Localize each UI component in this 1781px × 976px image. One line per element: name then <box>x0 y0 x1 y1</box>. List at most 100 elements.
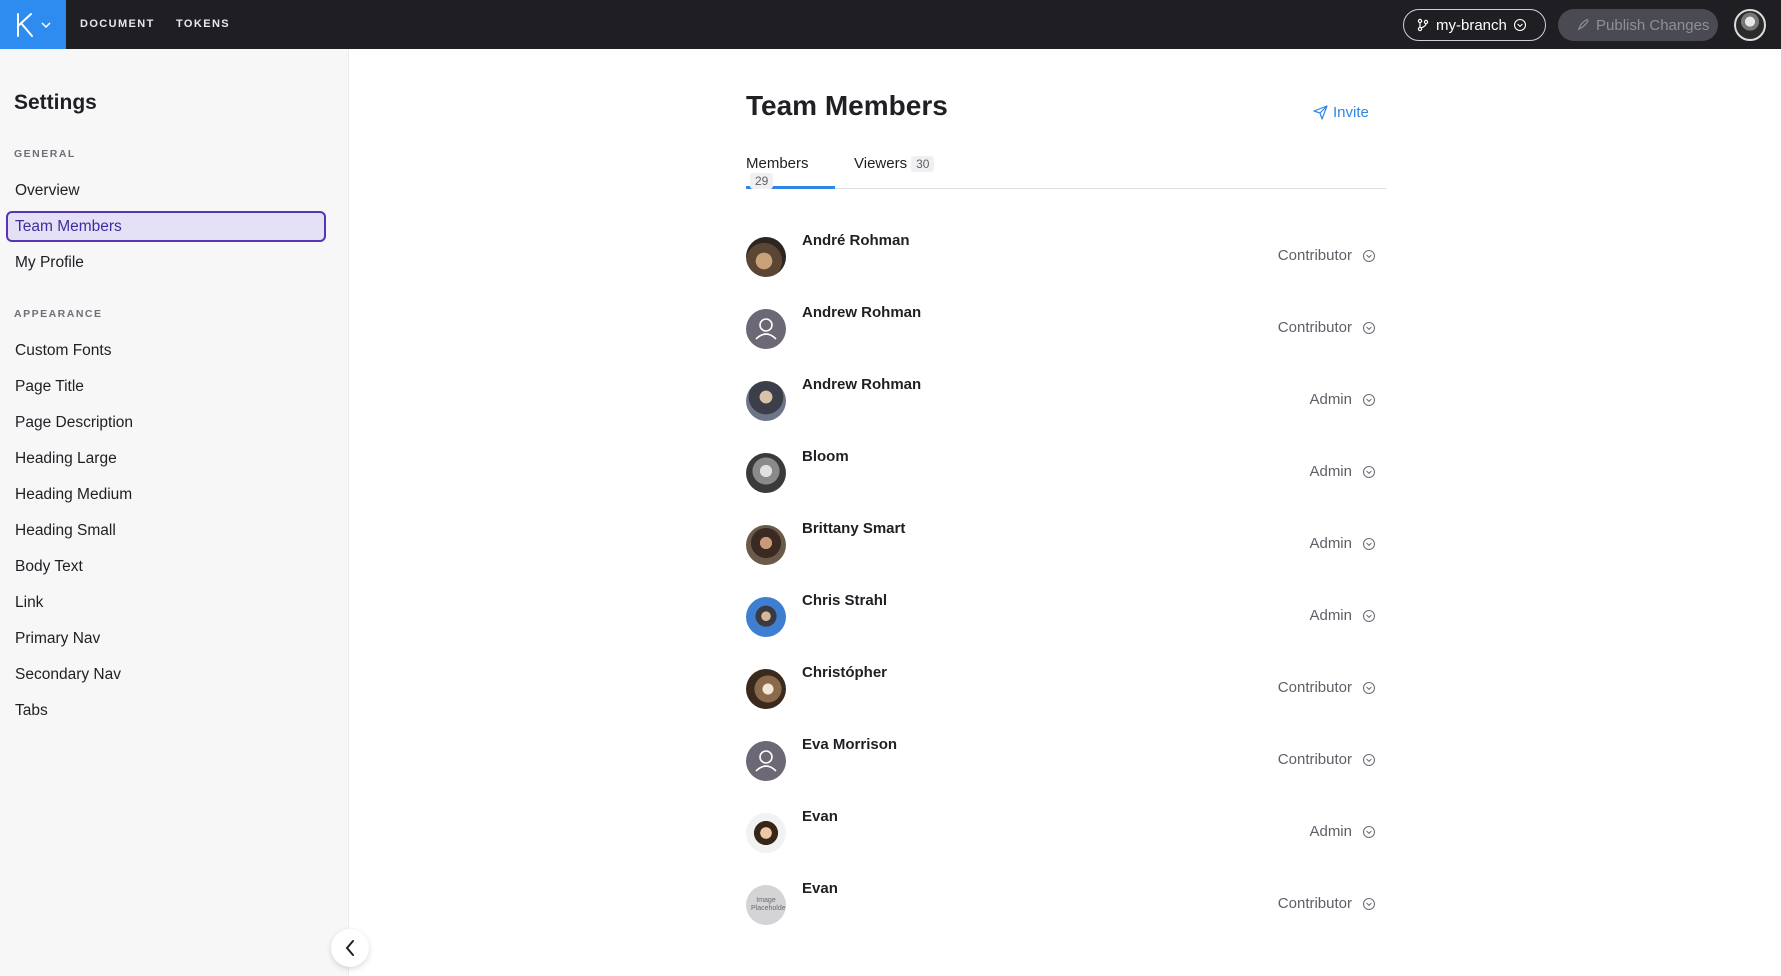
sidebar-item-page-description[interactable]: Page Description <box>6 407 326 438</box>
chevron-circle-icon <box>1362 753 1376 766</box>
sidebar-item-body-text[interactable]: Body Text <box>6 551 326 582</box>
member-name: Bloom <box>802 448 849 465</box>
member-role-select[interactable]: Contributor <box>1278 895 1376 912</box>
member-role-select[interactable]: Contributor <box>1278 247 1376 264</box>
app-logo-menu[interactable] <box>0 0 66 49</box>
member-name: Andrew Rohman <box>802 304 922 321</box>
branch-selector-button[interactable]: my-branch <box>1403 9 1546 41</box>
sidebar-item-overview[interactable]: Overview <box>6 175 326 206</box>
chevron-circle-icon <box>1362 609 1376 622</box>
member-role-label: Admin <box>1309 463 1352 480</box>
member-role-select[interactable]: Contributor <box>1278 319 1376 336</box>
publish-label: Publish Changes <box>1596 16 1710 34</box>
member-name: Andrew Rohman <box>802 376 922 393</box>
user-placeholder-icon <box>746 309 786 349</box>
sidebar-item-heading-small[interactable]: Heading Small <box>6 515 326 546</box>
chevron-left-icon <box>345 940 354 956</box>
page-title: Team Members <box>746 90 948 121</box>
member-name: Evan <box>802 880 838 897</box>
chevron-circle-icon <box>1362 825 1376 838</box>
member-role-label: Contributor <box>1277 679 1352 696</box>
invite-button[interactable]: Invite <box>1313 104 1369 121</box>
member-role-select[interactable]: Admin <box>1309 463 1376 480</box>
sidebar-title: Settings <box>14 91 97 114</box>
sidebar-item-team-members[interactable]: Team Members <box>6 211 326 242</box>
member-row: Chris Strahl Admin <box>746 589 1376 645</box>
member-role-select[interactable]: Admin <box>1309 391 1376 408</box>
rocket-icon <box>1577 19 1589 31</box>
tab-viewers-count: 30 <box>911 156 935 172</box>
sidebar-item-heading-large[interactable]: Heading Large <box>6 443 326 474</box>
user-placeholder-icon <box>746 741 786 781</box>
member-tabs: Members29 Viewers 30 <box>746 145 1386 189</box>
sidebar-item-heading-medium[interactable]: Heading Medium <box>6 479 326 510</box>
member-row: Andrew Rohman Admin <box>746 373 1376 429</box>
member-role-select[interactable]: Admin <box>1309 607 1376 624</box>
member-role-label: Admin <box>1309 823 1352 840</box>
sidebar-item-primary-nav[interactable]: Primary Nav <box>6 623 326 654</box>
chevron-circle-icon <box>1362 897 1376 910</box>
member-role-label: Admin <box>1309 535 1352 552</box>
member-name: Christópher <box>802 664 888 681</box>
member-name: André Rohman <box>802 232 910 249</box>
top-bar: DOCUMENT TOKENS my-branch Publish Change… <box>0 0 1781 49</box>
send-icon <box>1313 105 1328 120</box>
user-avatar[interactable] <box>1734 9 1766 41</box>
sidebar-item-link[interactable]: Link <box>6 587 326 618</box>
sidebar-item-tabs[interactable]: Tabs <box>6 695 326 726</box>
member-row: Christópher Contributor <box>746 661 1376 717</box>
tab-viewers[interactable]: Viewers 30 <box>854 155 944 189</box>
member-role-label: Contributor <box>1277 247 1352 264</box>
member-avatar <box>746 669 786 709</box>
member-role-label: Contributor <box>1277 895 1352 912</box>
member-avatar <box>746 525 786 565</box>
chevron-circle-icon <box>1362 321 1376 334</box>
invite-label: Invite <box>1333 104 1369 121</box>
chevron-circle-icon <box>1513 18 1526 32</box>
publish-changes-button[interactable]: Publish Changes <box>1558 9 1718 41</box>
member-row: Brittany Smart Admin <box>746 517 1376 573</box>
chevron-down-icon <box>41 21 51 28</box>
chevron-circle-icon <box>1362 393 1376 406</box>
member-name: Evan <box>802 808 838 825</box>
member-role-label: Contributor <box>1277 319 1352 336</box>
member-row: Eva Morrison Contributor <box>746 733 1376 789</box>
avatar-placeholder-text: Image Placeholder <box>751 897 786 912</box>
chevron-circle-icon <box>1362 537 1376 550</box>
git-branch-icon <box>1417 18 1429 32</box>
sidebar-item-secondary-nav[interactable]: Secondary Nav <box>6 659 326 690</box>
member-role-select[interactable]: Admin <box>1309 823 1376 840</box>
chevron-circle-icon <box>1362 465 1376 478</box>
branch-label: my-branch <box>1436 16 1507 34</box>
member-avatar <box>746 237 786 277</box>
nav-tab-tokens[interactable]: TOKENS <box>176 0 230 49</box>
member-row: Bloom Admin <box>746 445 1376 501</box>
member-name: Eva Morrison <box>802 736 898 753</box>
member-name: Chris Strahl <box>802 592 888 609</box>
member-row: Image Placeholder Evan Contributor <box>746 877 1376 933</box>
nav-tab-document[interactable]: DOCUMENT <box>80 0 155 49</box>
sidebar-item-custom-fonts[interactable]: Custom Fonts <box>6 335 326 366</box>
tab-members[interactable]: Members29 <box>746 155 835 189</box>
member-row: Andrew Rohman Contributor <box>746 301 1376 357</box>
tab-viewers-label: Viewers <box>854 155 908 172</box>
member-avatar <box>746 381 786 421</box>
member-row: Evan Admin <box>746 805 1376 861</box>
member-role-select[interactable]: Contributor <box>1278 679 1376 696</box>
member-role-select[interactable]: Contributor <box>1278 751 1376 768</box>
logo-icon <box>17 12 33 37</box>
sidebar-item-my-profile[interactable]: My Profile <box>6 247 326 278</box>
member-role-label: Admin <box>1309 607 1352 624</box>
member-avatar <box>746 813 786 853</box>
settings-sidebar: Settings GENERAL Overview Team Members M… <box>0 49 349 976</box>
member-role-select[interactable]: Admin <box>1309 535 1376 552</box>
member-name: Brittany Smart <box>802 520 906 537</box>
member-avatar <box>746 453 786 493</box>
sidebar-group-appearance: APPEARANCE <box>14 308 103 320</box>
sidebar-item-page-title[interactable]: Page Title <box>6 371 326 402</box>
chevron-circle-icon <box>1362 249 1376 262</box>
tab-members-count: 29 <box>750 173 774 189</box>
collapse-sidebar-button[interactable] <box>331 929 369 967</box>
member-role-label: Admin <box>1309 391 1352 408</box>
sidebar-group-general: GENERAL <box>14 148 76 160</box>
